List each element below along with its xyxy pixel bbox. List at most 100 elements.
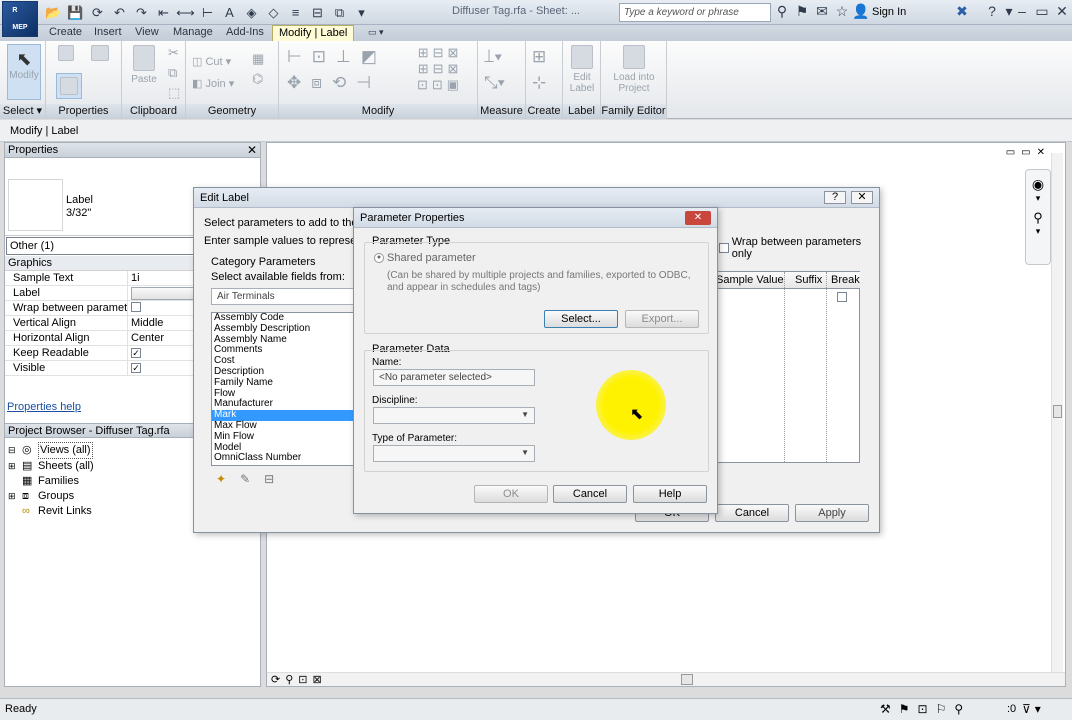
tab-view[interactable]: View (135, 25, 159, 41)
subscription-icon[interactable]: ⚑ (793, 3, 811, 20)
split-face-icon[interactable]: ⌬ (252, 71, 263, 87)
section-icon[interactable]: ◇ (264, 4, 283, 22)
modify-tools-row2[interactable]: ✥⧈⟲⊣ (287, 73, 381, 93)
visible-checkbox[interactable]: ✓ (131, 363, 141, 373)
view-window-controls[interactable]: ▭▭✕ (1006, 147, 1051, 158)
type-properties-button[interactable] (88, 45, 112, 65)
close-icon[interactable]: ✕ (685, 210, 711, 225)
ok-button[interactable]: OK (474, 485, 548, 503)
minimize-icon[interactable]: – (1013, 3, 1031, 19)
edit-label-button[interactable]: Edit Label (566, 45, 598, 99)
app-menu-button[interactable]: R MEP (2, 1, 38, 37)
thin-lines-icon[interactable]: ≡ (286, 4, 305, 22)
export-button[interactable]: Export... (625, 310, 699, 328)
tree-item-families[interactable]: ▦ Families (8, 474, 94, 489)
selection-tools-icons[interactable]: ⚒⚑⊡⚐⚲ (880, 702, 971, 716)
load-into-project-button[interactable]: Load into Project (609, 45, 659, 99)
properties-help-link[interactable]: Properties help (7, 401, 81, 413)
switch-windows-icon[interactable]: ⧉ (330, 4, 349, 22)
radio-icon[interactable]: ● (374, 253, 384, 263)
category-dropdown[interactable]: Air Terminals (211, 288, 356, 305)
tree-item-groups[interactable]: ⊞ ⧈ Groups (8, 489, 94, 504)
binoculars-icon[interactable]: ⚲ (773, 3, 791, 20)
tree-item-sheets[interactable]: ⊞ ▤ Sheets (all) (8, 459, 94, 474)
save-icon[interactable]: 💾 (66, 4, 85, 22)
discipline-dropdown[interactable]: ▼ (373, 407, 535, 424)
ribbon-minimize-icon[interactable]: ▭ ▾ (368, 25, 384, 41)
tag-icon[interactable]: ⊢ (198, 4, 217, 22)
cut-icon[interactable]: ✂ (168, 45, 179, 61)
dropdown-icon[interactable]: ▾ (352, 4, 371, 22)
sync-icon[interactable]: ⟳ (88, 4, 107, 22)
create-similar-icon[interactable]: ⊹ (532, 73, 546, 93)
modify-tools-row1[interactable]: ⊢⊡⊥◩ (287, 47, 387, 67)
list-item[interactable]: OmniClass Number (212, 453, 355, 464)
tree-item-revit-links[interactable]: ∞ Revit Links (8, 504, 94, 519)
list-item[interactable]: Min Flow (212, 431, 355, 443)
modify-button[interactable]: ⬉ Modify (7, 44, 41, 100)
measure-icon-button[interactable]: ⟘▾ (484, 47, 502, 67)
redo-icon[interactable]: ↷ (132, 4, 151, 22)
close-icon[interactable]: ✕ (247, 143, 257, 157)
tab-add-ins[interactable]: Add-Ins (226, 25, 264, 41)
communication-icon[interactable]: ✉ (813, 3, 831, 20)
create-group-icon[interactable]: ⊞ (532, 47, 546, 67)
family-types-button[interactable] (56, 45, 76, 65)
open-icon[interactable]: 📂 (44, 4, 63, 22)
apply-button[interactable]: Apply (795, 504, 869, 522)
join-button[interactable]: ◧ Join ▾ (192, 77, 234, 90)
edit-parameter-icon[interactable]: ✎ (240, 472, 264, 486)
tab-manage[interactable]: Manage (173, 25, 213, 41)
scroll-thumb[interactable] (681, 674, 693, 685)
keep-readable-checkbox[interactable]: ✓ (131, 348, 141, 358)
wrap-option[interactable]: Wrap between parameters only (719, 236, 879, 260)
paste-button[interactable]: Paste (126, 45, 162, 99)
break-checkbox[interactable] (837, 292, 847, 302)
sign-in-link[interactable]: Sign In (872, 6, 906, 18)
select-button[interactable]: Select... (544, 310, 618, 328)
copy-icon[interactable]: ⧉ (168, 65, 177, 81)
measure-icon[interactable]: ⇤ (154, 4, 173, 22)
scroll-thumb[interactable] (1053, 405, 1062, 418)
view-control-icons[interactable]: ⟳⚲⊡⊠ (271, 673, 327, 686)
favorites-icon[interactable]: ☆ (833, 3, 851, 20)
close-hidden-icon[interactable]: ⊟ (308, 4, 327, 22)
tab-modify-label[interactable]: Modify | Label (272, 25, 355, 41)
new-parameter-icon[interactable]: ✦ (216, 472, 240, 486)
cancel-button[interactable]: Cancel (715, 504, 789, 522)
match-icon[interactable]: ⬚ (168, 85, 180, 101)
type-of-parameter-dropdown[interactable]: ▼ (373, 445, 535, 462)
steering-wheel-icon[interactable]: ◉ (1026, 176, 1050, 193)
select-dropdown[interactable]: Select ▾ (0, 104, 45, 119)
cut-geometry-button[interactable]: ◫ Cut ▾ (192, 55, 231, 68)
horizontal-scrollbar[interactable]: ⟳⚲⊡⊠ (267, 672, 1065, 686)
properties-button[interactable] (56, 73, 82, 99)
maximize-icon[interactable]: ▭ (1033, 3, 1051, 20)
shared-parameter-option[interactable]: ● Shared parameter (374, 252, 476, 264)
modify-tools-small[interactable]: ⊞⊟⊠ ⊞⊟⊠ ⊡⊡▣ (417, 45, 463, 93)
search-input[interactable]: Type a keyword or phrase (619, 3, 771, 22)
help-icon[interactable]: ? (983, 3, 1001, 19)
wrap-checkbox[interactable] (131, 302, 141, 312)
wrap-checkbox[interactable] (719, 243, 729, 253)
help-button[interactable]: ? (824, 191, 846, 204)
dimension-icon[interactable]: ⟷ (176, 4, 195, 22)
close-icon[interactable]: ✕ (1053, 3, 1071, 20)
text-icon[interactable]: A (220, 4, 239, 22)
help-button[interactable]: Help (633, 485, 707, 503)
tree-item-views[interactable]: ⊟ ◎ Views (all) (8, 442, 94, 459)
chevron-down-icon[interactable]: ▾ (1026, 193, 1050, 204)
exchange-apps-icon[interactable]: ✖ (953, 3, 971, 20)
undo-icon[interactable]: ↶ (110, 4, 129, 22)
filter-icon[interactable]: ⊽▾ (1022, 702, 1045, 716)
user-icon[interactable]: 👤 (852, 3, 870, 20)
list-item[interactable]: Family Name (212, 377, 355, 389)
parameter-action-icons[interactable]: ✦✎⊟ (216, 472, 288, 486)
name-field[interactable]: <No parameter selected> (373, 369, 535, 386)
3d-view-icon[interactable]: ◈ (242, 4, 261, 22)
cancel-button[interactable]: Cancel (553, 485, 627, 503)
wall-joins-icon[interactable]: ▦ (252, 51, 264, 67)
close-icon[interactable]: ✕ (851, 191, 873, 204)
list-item[interactable]: Assembly Description (212, 323, 355, 335)
zoom-icon[interactable]: ⚲ (1026, 210, 1050, 226)
